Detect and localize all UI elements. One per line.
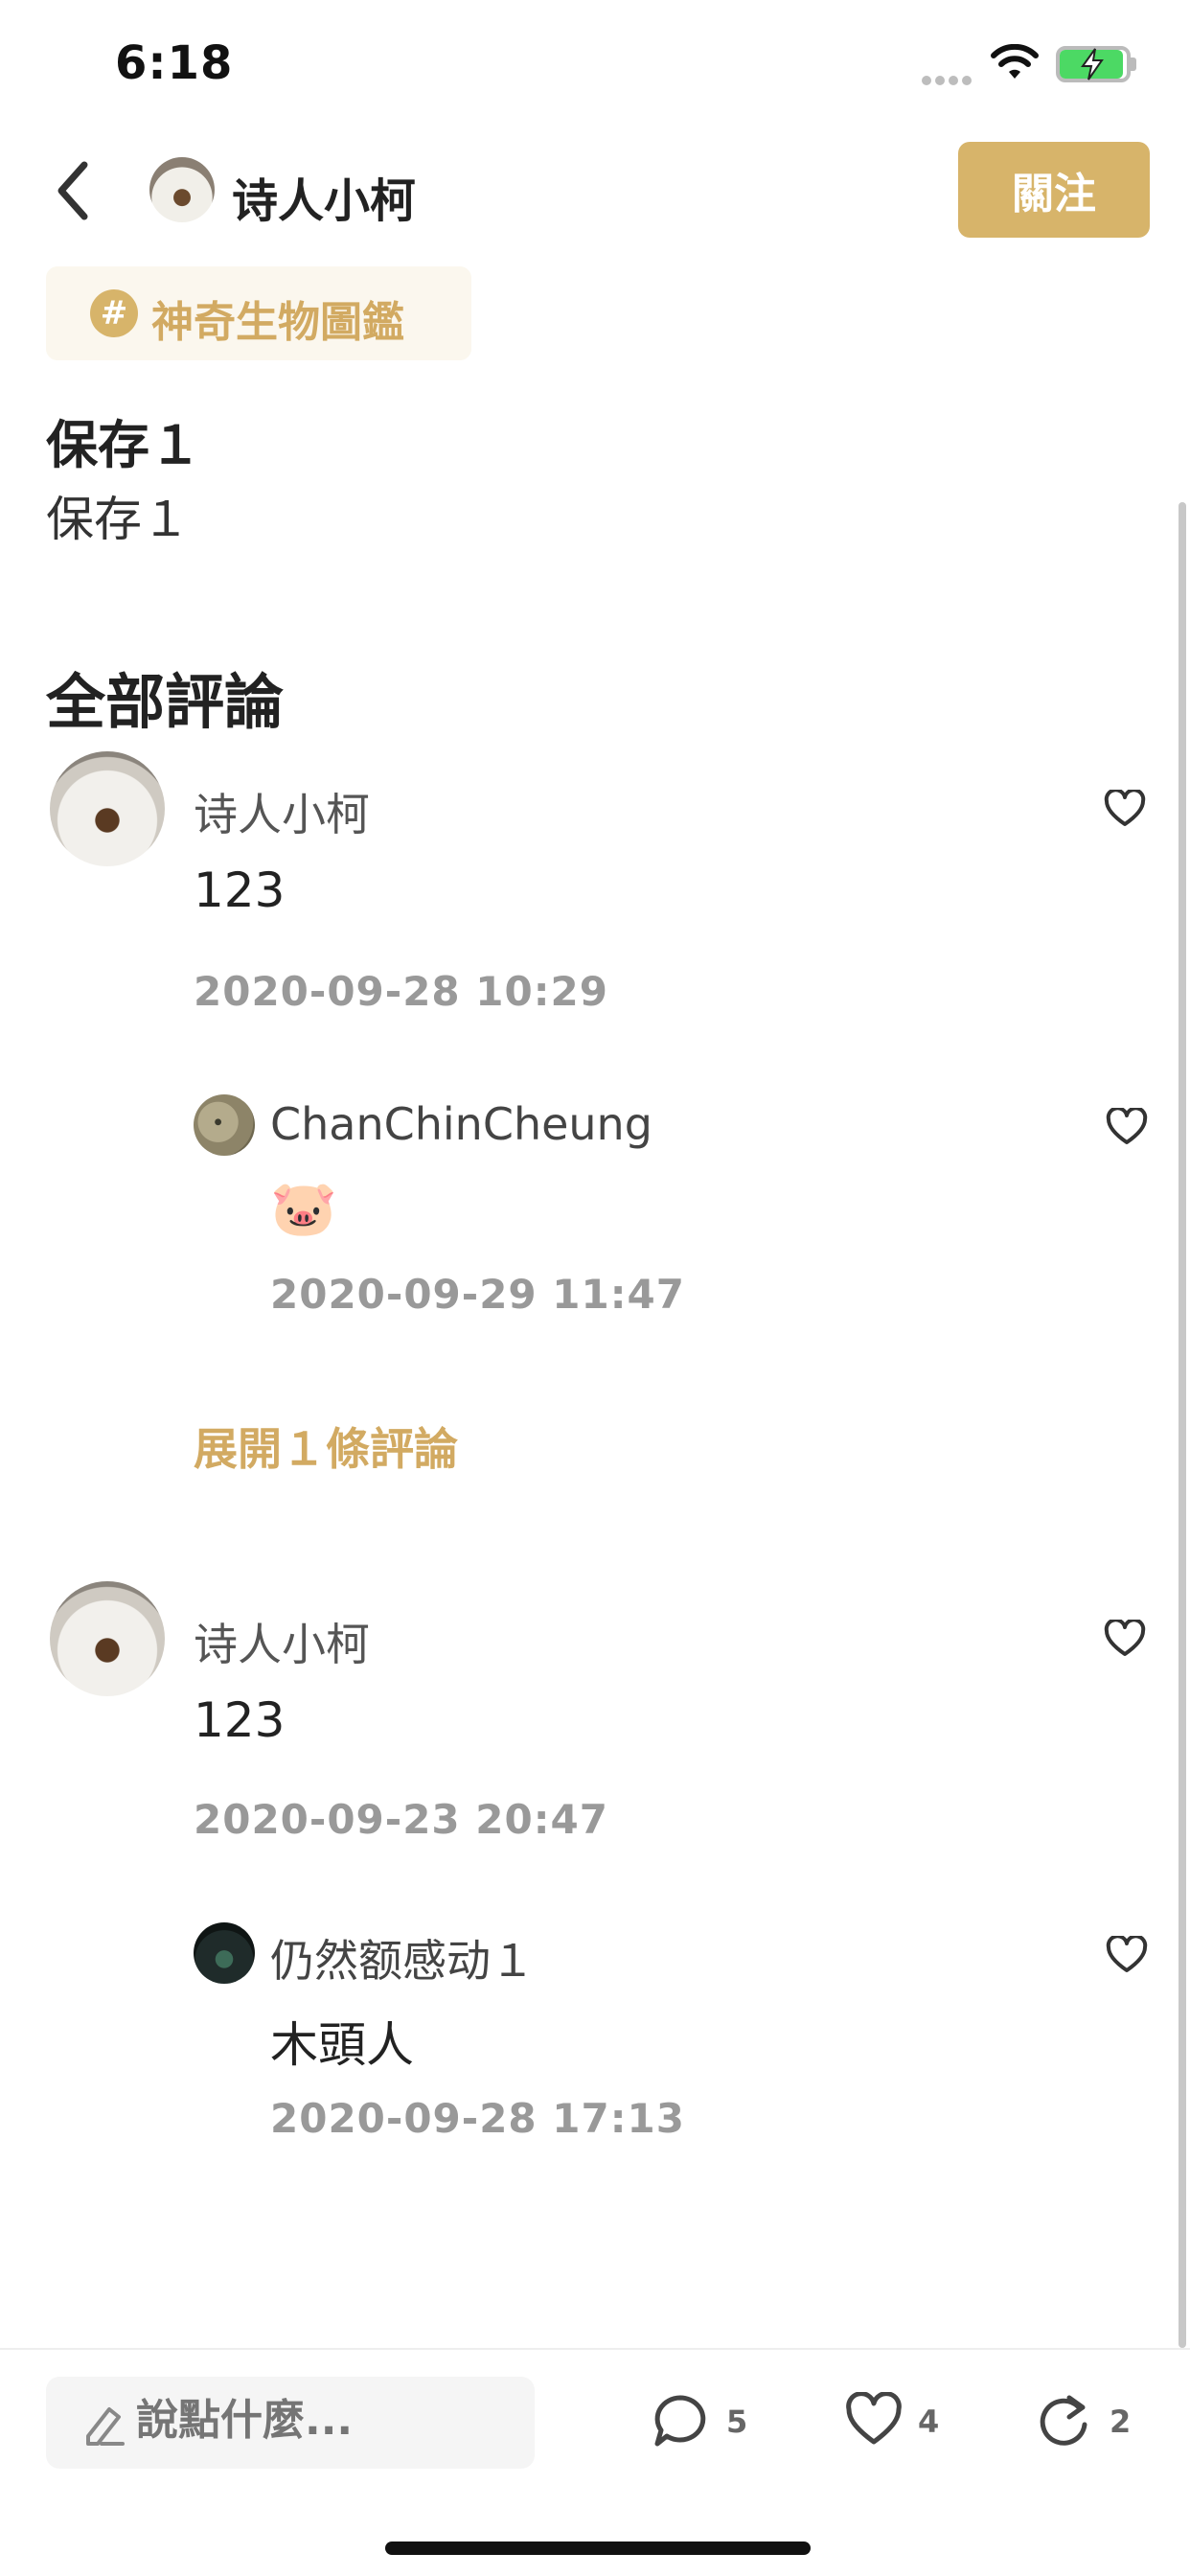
heart-icon[interactable] — [1106, 1108, 1148, 1146]
expand-replies-link[interactable]: 展開１條評論 — [194, 1414, 458, 1478]
scrollbar[interactable] — [1179, 502, 1186, 2348]
like-heart-icon[interactable] — [845, 2392, 903, 2450]
heart-icon[interactable] — [1104, 1620, 1146, 1658]
comment-count: 5 — [726, 2404, 748, 2440]
reply-avatar[interactable] — [194, 1922, 255, 1984]
reply-time: 2020-09-29 11:47 — [270, 1271, 685, 1318]
comment-time: 2020-09-28 10:29 — [194, 968, 608, 1015]
follow-button[interactable]: 關注 — [958, 142, 1150, 238]
heart-icon[interactable] — [1106, 1936, 1148, 1974]
cellular-signal-icon — [922, 71, 975, 85]
battery-cap — [1131, 58, 1136, 71]
topic-tag-label[interactable]: 神奇生物圖鑑 — [151, 288, 404, 349]
commenter-name[interactable]: 诗人小柯 — [194, 780, 370, 843]
wifi-icon — [991, 44, 1039, 79]
comment-input[interactable] — [136, 2396, 481, 2445]
post-body: 保存１ — [46, 492, 190, 547]
pencil-icon — [86, 2407, 125, 2446]
author-name[interactable]: 诗人小柯 — [232, 163, 416, 230]
author-avatar[interactable] — [149, 157, 215, 222]
comment-text: 123 — [194, 862, 286, 918]
heart-icon[interactable] — [1104, 790, 1146, 828]
commenter-avatar[interactable] — [50, 1581, 165, 1696]
reply-name[interactable]: 仍然额感动１ — [270, 1926, 535, 1990]
comments-section-title: 全部評論 — [46, 667, 285, 737]
back-chevron-icon[interactable] — [52, 159, 94, 222]
commenter-avatar[interactable] — [50, 751, 165, 866]
like-count: 4 — [918, 2404, 940, 2440]
bottom-bar-divider — [0, 2348, 1190, 2350]
comment-text: 123 — [194, 1692, 286, 1748]
commenter-name[interactable]: 诗人小柯 — [194, 1610, 370, 1673]
post-title: 保存１ — [46, 415, 201, 475]
home-indicator[interactable] — [385, 2542, 811, 2555]
reply-name[interactable]: ChanChinCheung — [270, 1098, 652, 1150]
share-icon[interactable] — [1035, 2392, 1092, 2450]
reply-avatar[interactable] — [194, 1094, 255, 1156]
status-time: 6:18 — [115, 36, 234, 90]
charging-bolt-icon — [1081, 48, 1104, 80]
hash-icon: # — [90, 289, 138, 337]
reply-text: 🐷 — [270, 1178, 337, 1240]
share-count: 2 — [1110, 2404, 1132, 2440]
comment-bubble-icon[interactable] — [652, 2392, 709, 2450]
comment-time: 2020-09-23 20:47 — [194, 1796, 608, 1843]
reply-time: 2020-09-28 17:13 — [270, 2095, 685, 2142]
reply-text: 木頭人 — [270, 2017, 414, 2073]
